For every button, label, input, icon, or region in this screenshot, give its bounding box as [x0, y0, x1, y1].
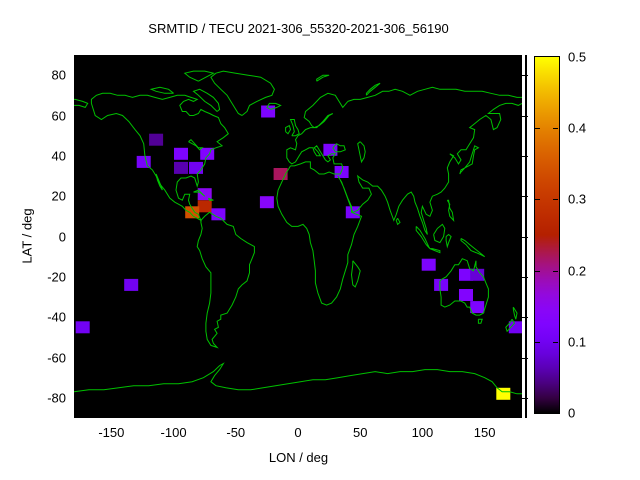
coastline-polyline — [192, 88, 221, 112]
right-border-tic — [521, 115, 528, 117]
right-border-tic — [521, 75, 528, 77]
data-point-square — [259, 196, 274, 209]
y-tick-label: -80 — [47, 390, 66, 406]
colorbar-tic — [553, 341, 558, 343]
colorbar-tick-label: 0.3 — [568, 191, 587, 207]
colorbar-tic — [535, 199, 540, 201]
y-axis-title: LAT / deg — [19, 208, 35, 264]
coastline-polyline — [196, 211, 255, 349]
x-tick-label: 100 — [411, 425, 434, 440]
gnuplot-map-chart: { "header": { "title": "SRMTID / TECU 20… — [0, 0, 640, 480]
coastline-polyline — [446, 199, 455, 222]
x-tick-label: -50 — [226, 425, 246, 440]
coastline-polyline — [188, 139, 204, 151]
coastline-polyline — [285, 124, 292, 135]
data-point-square — [459, 289, 473, 301]
coastline-polyline — [347, 86, 522, 102]
coastline-polyline — [433, 223, 446, 244]
colorbar-tic — [535, 270, 540, 272]
y-tick-label: 0 — [58, 229, 66, 244]
data-point-square — [174, 161, 188, 174]
coastline-polyline — [512, 306, 518, 320]
y-tick-label: 20 — [51, 188, 66, 204]
x-tick-label: -100 — [160, 425, 187, 440]
coastline-polyline — [149, 86, 174, 94]
colorbar-tic — [553, 128, 558, 130]
data-point-square — [124, 278, 139, 291]
data-point-square — [434, 278, 449, 291]
colorbar-tick-label: 0.2 — [568, 263, 587, 279]
data-point-square — [75, 321, 90, 334]
coastline-polyline — [357, 141, 366, 164]
coastline-polyline — [183, 70, 215, 82]
colorbar-tick-label: 0.1 — [568, 334, 587, 350]
y-tick-label: -40 — [47, 309, 66, 325]
x-tick-label: 0 — [294, 425, 302, 440]
colorbar-tic — [535, 341, 540, 343]
coastline-polyline — [460, 238, 486, 258]
data-points-layer — [75, 105, 522, 400]
y-tick-label: 80 — [51, 67, 66, 83]
chart-title: SRMTID / TECU 2021-306_55320-2021-306_56… — [148, 21, 449, 36]
y-tick-label: 60 — [51, 108, 66, 123]
right-border-tic — [521, 236, 528, 238]
colorbar-tick-label: 0.5 — [568, 49, 587, 65]
coastline-polyline — [276, 102, 522, 306]
colorbar-tic — [553, 270, 558, 272]
coastline-polyline — [286, 92, 349, 175]
data-point-square — [149, 133, 164, 146]
coastline-polyline — [477, 318, 483, 324]
colorbar-tick-label: 0 — [568, 405, 576, 421]
right-border-tic — [521, 155, 528, 157]
right-border-tic — [521, 196, 528, 198]
plot-area — [74, 55, 522, 418]
right-border-tic — [521, 317, 528, 319]
coastline-polyline — [155, 173, 163, 191]
coastline-polyline — [395, 218, 401, 226]
data-point-square — [174, 147, 188, 160]
coastline-layer — [74, 70, 522, 395]
data-point-square — [261, 105, 276, 118]
coastline-polyline — [316, 74, 330, 82]
coastline-polyline — [350, 260, 361, 288]
right-border-tic — [521, 276, 528, 278]
data-point-square — [496, 387, 511, 400]
data-point-square — [421, 258, 436, 271]
y-tick-label: -60 — [47, 350, 66, 365]
colorbar — [534, 56, 560, 414]
coastline-polyline — [445, 233, 452, 249]
data-point-square — [470, 301, 485, 314]
y-tick-label: -20 — [47, 269, 66, 285]
x-tick-label: 150 — [473, 425, 496, 440]
coastline-polyline — [415, 226, 431, 249]
colorbar-tic — [535, 128, 540, 130]
x-tick-label: -150 — [98, 425, 125, 440]
right-border-tic — [521, 397, 528, 399]
world-map-svg — [74, 70, 522, 400]
colorbar-tick-label: 0.4 — [568, 120, 587, 136]
coastline-polyline — [429, 248, 441, 254]
data-point-square — [136, 155, 151, 168]
colorbar-tic — [553, 199, 558, 201]
y-tick-label: 40 — [51, 148, 66, 164]
x-tick-label: 50 — [352, 425, 368, 440]
coastline-polyline — [289, 119, 300, 137]
x-axis-title: LON / deg — [268, 450, 329, 465]
coastline-polyline — [74, 98, 89, 108]
data-point-square — [197, 200, 212, 213]
data-point-square — [189, 161, 203, 174]
coastline-polyline — [74, 362, 522, 395]
right-border-tic — [521, 357, 528, 359]
